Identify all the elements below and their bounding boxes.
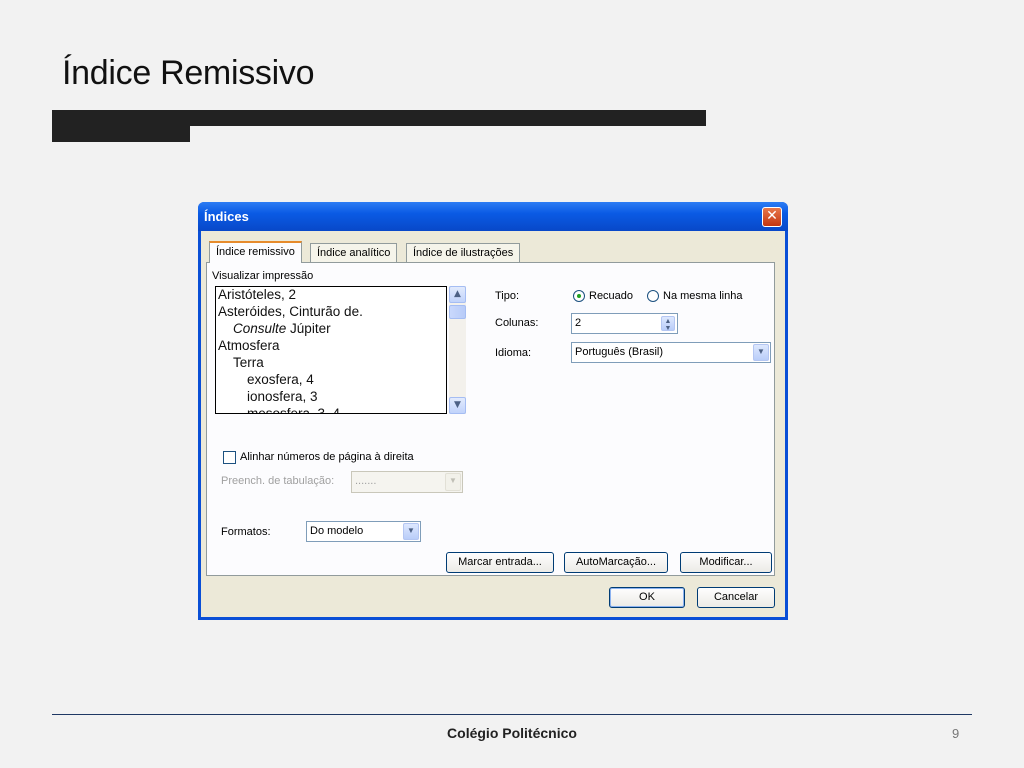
indices-dialog: Índices ✕ Índice remissivo Índice analít…: [198, 202, 788, 620]
preview-scrollbar[interactable]: ▲ ▼: [449, 286, 466, 414]
preview-line: mesosfera, 3–4: [247, 406, 341, 414]
footer-institution: Colégio Politécnico: [447, 725, 577, 741]
formatos-label: Formatos:: [221, 526, 271, 538]
tab-leader-value: .......: [355, 475, 377, 487]
idioma-value: Português (Brasil): [575, 346, 664, 358]
radio-na-mesma-linha[interactable]: [647, 290, 659, 302]
tab-leader-select[interactable]: ....... ▼: [351, 471, 463, 493]
chevron-down-icon[interactable]: ▼: [449, 397, 466, 414]
dialog-title: Índices: [204, 209, 249, 224]
dialog-client-area: Índice remissivo Índice analítico Índice…: [201, 231, 785, 617]
tab-indice-remissivo[interactable]: Índice remissivo: [209, 241, 302, 263]
automarcacao-button[interactable]: AutoMarcação...: [564, 552, 668, 573]
tab-indice-analitico[interactable]: Índice analítico: [310, 243, 398, 262]
tab-label: Índice remissivo: [216, 246, 295, 258]
modificar-button[interactable]: Modificar...: [680, 552, 772, 573]
close-icon[interactable]: ✕: [762, 207, 782, 227]
tab-indice-ilustracoes[interactable]: Índice de ilustrações: [406, 243, 521, 262]
idioma-select[interactable]: Português (Brasil) ▼: [571, 342, 771, 363]
tab-label: Índice analítico: [317, 247, 391, 259]
spinner-arrows-icon[interactable]: ▲ ▼: [661, 316, 675, 332]
radio-recuado[interactable]: [573, 290, 585, 302]
cancel-button[interactable]: Cancelar: [697, 587, 775, 608]
chevron-down-icon[interactable]: ▼: [753, 344, 769, 361]
align-page-numbers-checkbox[interactable]: [223, 451, 236, 464]
formatos-value: Do modelo: [310, 525, 364, 537]
ok-button[interactable]: OK: [609, 587, 685, 608]
preview-line: Terra: [233, 355, 264, 370]
marcar-entrada-button[interactable]: Marcar entrada...: [446, 552, 554, 573]
preview-label: Visualizar impressão: [212, 270, 314, 282]
chevron-up-icon[interactable]: ▲: [449, 286, 466, 303]
slide-title: Índice Remissivo: [62, 54, 315, 92]
preview-line: Aristóteles, 2: [218, 287, 297, 302]
radio-recuado-label[interactable]: Recuado: [589, 290, 633, 302]
align-page-numbers-label[interactable]: Alinhar números de página à direita: [240, 451, 414, 463]
radio-selected-dot: [577, 294, 581, 298]
dialog-titlebar[interactable]: Índices ✕: [198, 202, 788, 231]
tab-leader-label: Preench. de tabulação:: [221, 475, 335, 487]
preview-line: ionosfera, 3: [247, 389, 318, 404]
preview-line: Asteróides, Cinturão de.: [218, 304, 363, 319]
page-number: 9: [952, 726, 960, 741]
preview-line: Consulte Júpiter: [233, 321, 331, 336]
preview-line: Atmosfera: [218, 338, 280, 353]
title-bar-decoration-accent: [52, 126, 190, 142]
preview-line-italic: Consulte: [233, 321, 287, 336]
radio-na-mesma-linha-label[interactable]: Na mesma linha: [663, 290, 742, 302]
chevron-down-icon[interactable]: ▼: [445, 473, 461, 491]
preview-line-text: Júpiter: [286, 321, 331, 336]
idioma-label: Idioma:: [495, 347, 532, 359]
footer-divider: [52, 714, 972, 715]
scrollbar-thumb[interactable]: [449, 305, 466, 319]
colunas-value: 2: [575, 317, 582, 329]
chevron-down-icon[interactable]: ▼: [403, 523, 419, 540]
colunas-label: Colunas:: [495, 317, 539, 329]
formatos-select[interactable]: Do modelo ▼: [306, 521, 421, 542]
colunas-spinner[interactable]: 2 ▲ ▼: [571, 313, 678, 334]
tab-label: Índice de ilustrações: [413, 247, 514, 259]
tab-panel: Visualizar impressão Aristóteles, 2 Aste…: [206, 262, 775, 576]
title-bar-decoration: [52, 110, 706, 126]
print-preview-box: Aristóteles, 2 Asteróides, Cinturão de. …: [215, 286, 447, 414]
tipo-label: Tipo:: [495, 290, 520, 302]
preview-line: exosfera, 4: [247, 372, 314, 387]
